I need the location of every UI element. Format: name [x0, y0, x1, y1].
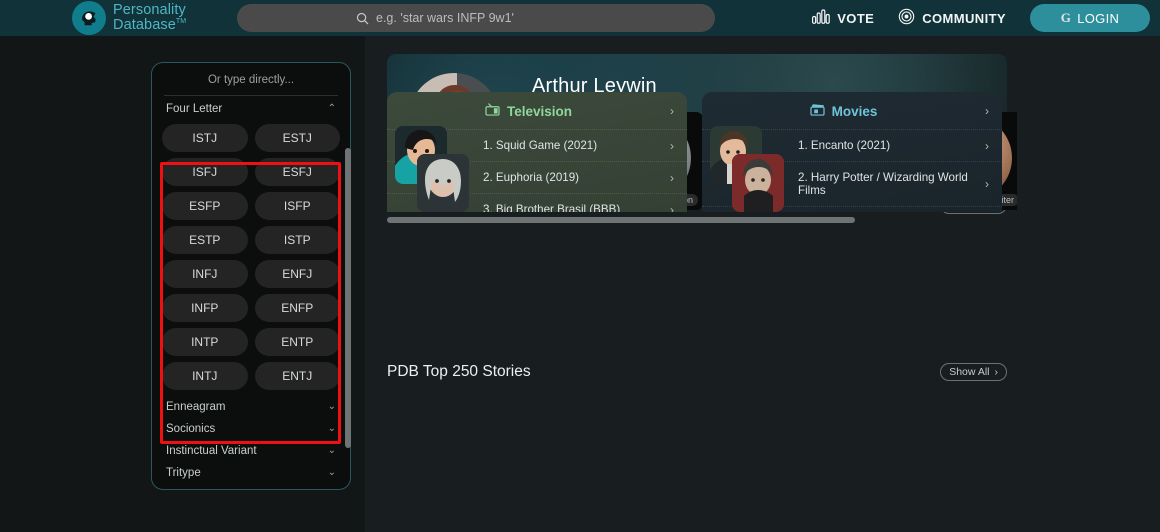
story-title: 3. Big Brother Brasil (BBB) — [483, 203, 670, 212]
type-button[interactable]: ISFJ — [162, 158, 248, 186]
chevron-down-icon: ⌄ — [328, 402, 336, 412]
chevron-right-icon: › — [985, 105, 989, 117]
television-icon — [485, 103, 500, 119]
accordion-instinctual-variant[interactable]: Instinctual Variant ⌄ — [152, 440, 350, 462]
planet-carousel-scrollbar[interactable] — [387, 217, 855, 223]
enneagram-label: Enneagram — [166, 401, 225, 413]
vote-nav-link[interactable]: VOTE — [812, 9, 874, 27]
google-icon: G — [1061, 10, 1071, 26]
socionics-label: Socionics — [166, 423, 215, 435]
search-input[interactable] — [376, 11, 596, 25]
chevron-right-icon: › — [670, 140, 674, 152]
type-button[interactable]: ENTP — [255, 328, 341, 356]
chevron-right-icon: › — [985, 140, 989, 152]
story-thumbnail-stack — [710, 126, 792, 212]
type-button[interactable]: INFP — [162, 294, 248, 322]
type-button[interactable]: ESFJ — [255, 158, 341, 186]
four-letter-type-grid: ISTJ ESTJ ISFJ ESFJ ESFP ISFP ESTP ISTP … — [152, 120, 350, 396]
main-content: Arthur Leywin The Beginning After the En… — [365, 36, 1160, 532]
instinctual-variant-label: Instinctual Variant — [166, 445, 257, 457]
chevron-right-icon: › — [670, 105, 674, 117]
type-button[interactable]: ESFP — [162, 192, 248, 220]
story-category-label: Television — [507, 104, 572, 119]
chevron-down-icon: ⌄ — [328, 446, 336, 456]
story-title: 1. Encanto (2021) — [798, 139, 985, 152]
show-all-label: Show All — [949, 366, 989, 378]
accordion-tritype[interactable]: Tritype ⌄ — [152, 462, 350, 484]
login-label: LOGIN — [1077, 11, 1119, 26]
tritype-label: Tritype — [166, 467, 201, 479]
clapperboard-icon — [810, 103, 825, 119]
brand-name-line2: DatabaseTM — [113, 18, 186, 33]
vote-label: VOTE — [837, 11, 874, 26]
type-button[interactable]: INTJ — [162, 362, 248, 390]
story-card-movies: Movies › 1. Encanto (2021) › 2. Harry Po… — [702, 92, 1002, 212]
community-label: COMMUNITY — [922, 11, 1006, 26]
google-login-button[interactable]: G LOGIN — [1030, 4, 1150, 32]
or-type-directly-label: Or type directly... — [152, 63, 350, 95]
story-title: 2. Harry Potter / Wizarding World Films — [798, 171, 985, 197]
type-button[interactable]: ESTP — [162, 226, 248, 254]
personality-filter-panel: Or type directly... Four Letter ⌃ ISTJ E… — [151, 62, 351, 490]
type-button[interactable]: ISTJ — [162, 124, 248, 152]
accordion-socionics[interactable]: Socionics ⌄ — [152, 418, 350, 440]
sidebar-vertical-scrollbar[interactable] — [345, 148, 351, 448]
story-category-header[interactable]: Television › — [387, 92, 687, 129]
top-stories-show-all-button[interactable]: Show All › — [940, 363, 1007, 381]
chevron-right-icon: › — [670, 172, 674, 184]
type-button[interactable]: ISTP — [255, 226, 341, 254]
story-thumbnail-stack — [395, 126, 477, 212]
story-category-header[interactable]: Movies › — [702, 92, 1002, 129]
chevron-right-icon: › — [670, 204, 674, 213]
story-category-label: Movies — [832, 104, 878, 119]
story-title: 1. Squid Game (2021) — [483, 139, 670, 152]
header-actions: VOTE COMMUNITY G LOGIN — [812, 0, 1150, 36]
brand-logo-group[interactable]: Personality DatabaseTM — [72, 1, 186, 35]
chevron-right-icon: › — [995, 366, 999, 378]
story-thumbnail — [417, 154, 469, 212]
story-title: 2. Euphoria (2019) — [483, 171, 670, 184]
left-column: Or type directly... Four Letter ⌃ ISTJ E… — [0, 36, 365, 532]
community-target-icon — [898, 8, 915, 28]
accordion-enneagram[interactable]: Enneagram ⌄ — [152, 396, 350, 418]
global-search-bar[interactable] — [237, 4, 715, 32]
brand-name-line1: Personality — [113, 3, 186, 18]
bar-chart-icon — [812, 9, 830, 27]
search-icon — [356, 12, 369, 25]
personality-database-logo-icon — [72, 1, 106, 35]
type-button[interactable]: ISFP — [255, 192, 341, 220]
chevron-up-icon: ⌃ — [328, 104, 336, 114]
type-button[interactable]: INTP — [162, 328, 248, 356]
four-letter-label: Four Letter — [166, 103, 222, 115]
community-nav-link[interactable]: COMMUNITY — [898, 8, 1006, 28]
type-button[interactable]: INFJ — [162, 260, 248, 288]
type-button[interactable]: ENTJ — [255, 362, 341, 390]
chevron-right-icon: › — [985, 178, 989, 190]
top-stories-header: PDB Top 250 Stories Show All › — [387, 363, 1007, 381]
type-button[interactable]: ENFP — [255, 294, 341, 322]
chevron-down-icon: ⌄ — [328, 424, 336, 434]
story-card-television: Television › 1. Squid Game (2021) › 2. E… — [387, 92, 687, 212]
type-button[interactable]: ESTJ — [255, 124, 341, 152]
top-stories-title: PDB Top 250 Stories — [387, 363, 531, 381]
chevron-down-icon: ⌄ — [328, 468, 336, 478]
trademark-mark: TM — [176, 18, 186, 25]
story-thumbnail — [732, 154, 784, 212]
accordion-four-letter[interactable]: Four Letter ⌃ — [152, 96, 350, 120]
top-header: Personality DatabaseTM VOTE — [0, 0, 1160, 36]
type-button[interactable]: ENFJ — [255, 260, 341, 288]
